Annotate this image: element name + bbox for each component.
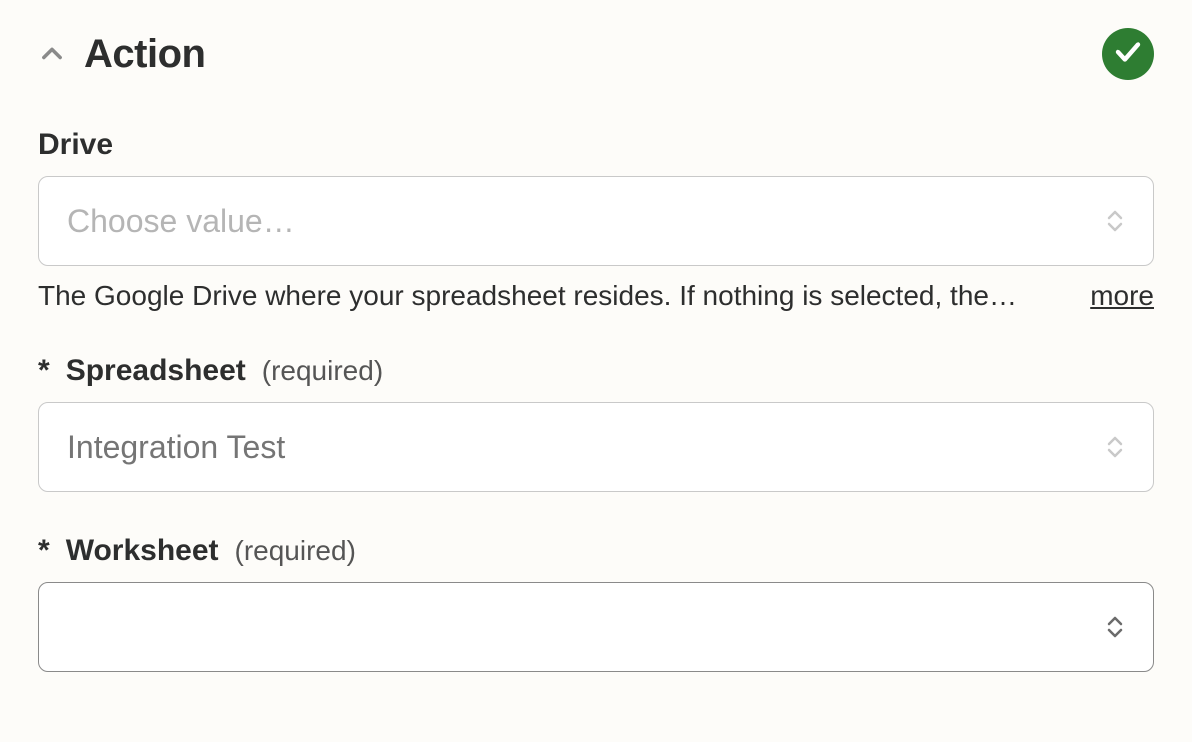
spreadsheet-asterisk: * — [38, 354, 50, 388]
worksheet-asterisk: * — [38, 534, 50, 568]
select-arrows-icon — [1105, 209, 1125, 233]
drive-placeholder: Choose value… — [67, 203, 295, 240]
header-left: Action — [38, 32, 205, 77]
select-arrows-icon — [1105, 615, 1125, 639]
check-icon — [1113, 37, 1143, 72]
worksheet-select[interactable] — [38, 582, 1154, 672]
drive-label: Drive — [38, 128, 113, 162]
spreadsheet-select[interactable]: Integration Test — [38, 402, 1154, 492]
drive-select[interactable]: Choose value… — [38, 176, 1154, 266]
drive-more-link[interactable]: more — [1090, 280, 1154, 312]
spreadsheet-required: (required) — [262, 355, 383, 387]
check-badge — [1102, 28, 1154, 80]
spreadsheet-label: Spreadsheet — [66, 354, 246, 388]
section-title: Action — [84, 32, 205, 77]
spreadsheet-value: Integration Test — [67, 429, 285, 466]
section-header: Action — [38, 28, 1154, 80]
spreadsheet-field-group: * Spreadsheet (required) Integration Tes… — [38, 354, 1154, 492]
worksheet-required: (required) — [235, 535, 356, 567]
spreadsheet-label-row: * Spreadsheet (required) — [38, 354, 1154, 388]
worksheet-label-row: * Worksheet (required) — [38, 534, 1154, 568]
drive-helper-row: The Google Drive where your spreadsheet … — [38, 280, 1154, 312]
select-arrows-icon — [1105, 435, 1125, 459]
chevron-up-icon[interactable] — [38, 40, 66, 68]
worksheet-field-group: * Worksheet (required) — [38, 534, 1154, 672]
drive-field-group: Drive Choose value… The Google Drive whe… — [38, 128, 1154, 312]
drive-helper-text: The Google Drive where your spreadsheet … — [38, 280, 1066, 312]
drive-label-row: Drive — [38, 128, 1154, 162]
worksheet-label: Worksheet — [66, 534, 219, 568]
